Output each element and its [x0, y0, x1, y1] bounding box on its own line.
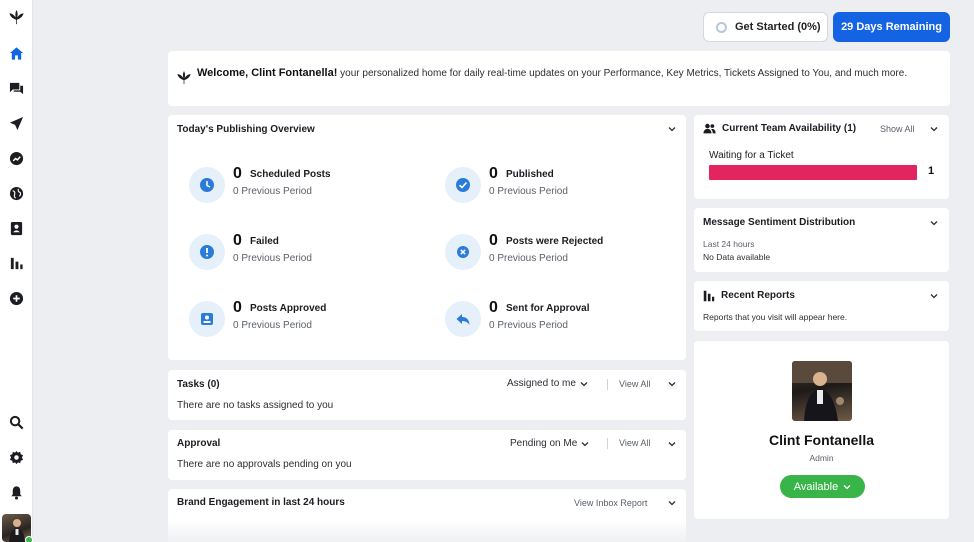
team-status-bar-track: [709, 165, 917, 180]
chevron-down-icon[interactable]: [930, 219, 938, 227]
get-started-button[interactable]: Get Started (0%): [703, 12, 828, 42]
tasks-card: Tasks (0) Assigned to me View All There …: [168, 370, 686, 420]
team-status-count: 1: [928, 165, 935, 177]
recent-reports-title: Recent Reports: [721, 290, 795, 301]
approval-title: Approval: [177, 438, 221, 449]
notifications-bell-icon[interactable]: [8, 484, 25, 501]
add-circle-icon[interactable]: [8, 290, 25, 307]
brand-logo-icon[interactable]: [8, 9, 25, 26]
tasks-filter-dropdown[interactable]: Assigned to me: [507, 378, 588, 389]
profile-role: Admin: [809, 453, 834, 463]
approved-icon: [189, 301, 225, 337]
welcome-text: Welcome, Clint Fontanella! your personal…: [197, 65, 937, 82]
reports-chart-icon[interactable]: [8, 255, 25, 272]
approval-filter-dropdown[interactable]: Pending on Me: [510, 438, 589, 449]
reports-chart-icon: [703, 289, 715, 302]
team-status-bar[interactable]: [709, 165, 917, 180]
online-status-dot: [25, 536, 33, 542]
days-remaining-button[interactable]: 29 Days Remaining: [833, 12, 950, 42]
tasks-empty-text: There are no tasks assigned to you: [177, 400, 334, 411]
chevron-down-icon[interactable]: [930, 292, 938, 300]
chevron-down-icon: [843, 484, 851, 489]
chevron-down-icon[interactable]: [668, 380, 676, 388]
progress-ring-icon: [716, 21, 727, 33]
view-inbox-report-link[interactable]: View Inbox Report: [574, 498, 647, 508]
sentiment-title: Message Sentiment Distribution: [703, 217, 856, 228]
engagement-icon[interactable]: [8, 150, 25, 167]
publishing-overview-title: Today's Publishing Overview: [177, 124, 315, 135]
divider: [607, 438, 608, 449]
approval-view-all-link[interactable]: View All: [619, 438, 650, 448]
brand-logo-icon: [177, 71, 191, 85]
scroll-fade: [168, 520, 686, 542]
search-icon[interactable]: [8, 414, 25, 431]
tasks-title: Tasks (0): [177, 379, 220, 390]
x-circle-icon: [445, 234, 481, 270]
team-show-all-link[interactable]: Show All: [880, 124, 915, 134]
publish-send-icon[interactable]: [8, 115, 25, 132]
welcome-message: your personalized home for daily real-ti…: [340, 68, 908, 79]
approval-card: Approval Pending on Me View All There ar…: [168, 430, 686, 480]
chevron-down-icon[interactable]: [668, 499, 676, 507]
messages-icon[interactable]: [8, 80, 25, 97]
sentiment-period: Last 24 hours: [703, 239, 755, 249]
chevron-down-icon[interactable]: [930, 125, 938, 133]
chevron-down-icon: [581, 441, 589, 446]
chevron-down-icon[interactable]: [668, 440, 676, 448]
brand-engagement-title: Brand Engagement in last 24 hours: [177, 497, 345, 508]
exclamation-icon: [189, 234, 225, 270]
recent-reports-empty-text: Reports that you visit will appear here.: [703, 312, 848, 322]
profile-card: Clint Fontanella Admin Available: [694, 341, 949, 519]
sentiment-empty-text: No Data available: [703, 252, 771, 262]
contacts-icon[interactable]: [8, 220, 25, 237]
reply-icon: [445, 301, 481, 337]
tasks-view-all-link[interactable]: View All: [619, 379, 650, 389]
clock-icon: [189, 167, 225, 203]
sidebar: [0, 0, 33, 542]
chevron-down-icon[interactable]: [668, 125, 676, 133]
chevron-down-icon: [580, 381, 588, 386]
welcome-greeting: Welcome, Clint Fontanella!: [197, 67, 338, 79]
welcome-banner: Welcome, Clint Fontanella! your personal…: [168, 51, 950, 106]
team-availability-card: Current Team Availability (1) Show All W…: [694, 115, 949, 199]
check-circle-icon: [445, 167, 481, 203]
team-users-icon: [703, 122, 716, 135]
profile-photo: [792, 361, 852, 421]
profile-name: Clint Fontanella: [769, 432, 874, 448]
sentiment-card: Message Sentiment Distribution Last 24 h…: [694, 208, 949, 272]
availability-status-button[interactable]: Available: [780, 475, 865, 498]
publishing-overview-card: Today's Publishing Overview 0 Scheduled …: [168, 115, 686, 360]
recent-reports-card: Recent Reports Reports that you visit wi…: [694, 281, 949, 331]
globe-icon[interactable]: [8, 185, 25, 202]
approval-empty-text: There are no approvals pending on you: [177, 459, 352, 470]
team-availability-title: Current Team Availability (1): [722, 123, 857, 134]
divider: [607, 379, 608, 390]
team-status-label: Waiting for a Ticket: [709, 150, 794, 161]
home-icon[interactable]: [8, 45, 25, 62]
settings-gear-icon[interactable]: [8, 449, 25, 466]
